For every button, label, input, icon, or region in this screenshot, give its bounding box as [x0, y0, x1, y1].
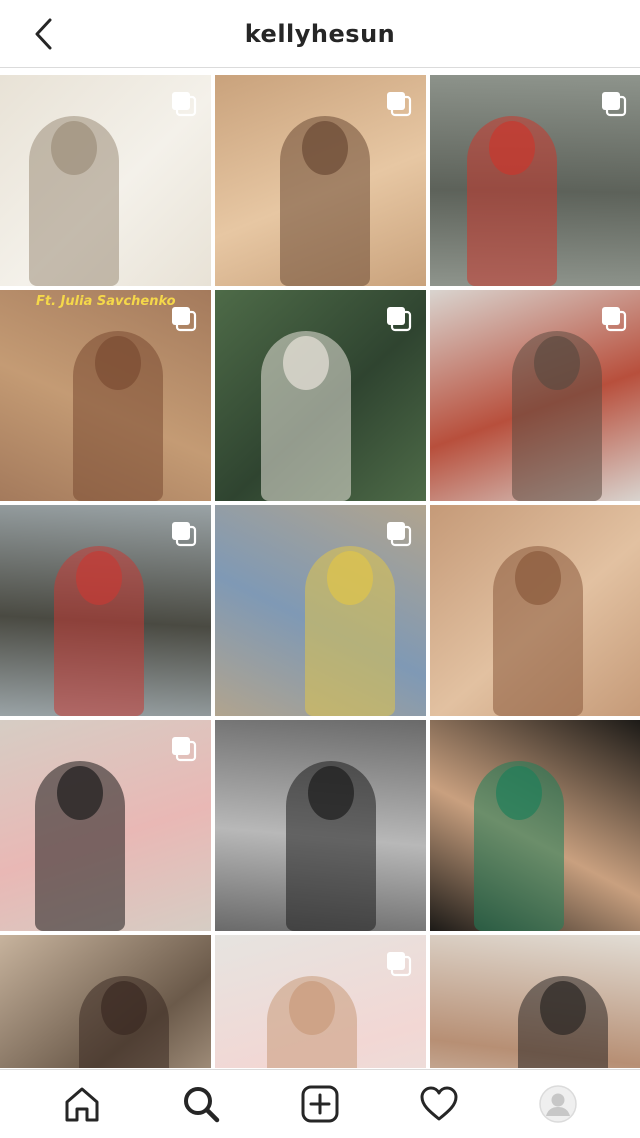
post-thumbnail[interactable]: [215, 75, 426, 286]
nav-search-button[interactable]: [175, 1078, 227, 1130]
post-subject-head: [282, 336, 329, 391]
post-subject-head: [289, 981, 336, 1036]
post-subject-head: [50, 121, 97, 176]
post-thumbnail[interactable]: [0, 720, 211, 931]
carousel-icon: [387, 307, 412, 332]
search-icon: [183, 1087, 220, 1123]
post-thumbnail[interactable]: [430, 935, 640, 1068]
post-subject-head: [533, 336, 580, 391]
post-thumbnail[interactable]: [215, 290, 426, 501]
post-subject-head: [514, 551, 561, 606]
carousel-icon: [172, 92, 197, 117]
post-thumbnail[interactable]: [215, 505, 426, 716]
post-thumbnail[interactable]: [0, 505, 211, 716]
post-thumbnail[interactable]: [430, 720, 640, 931]
post-subject-head: [308, 766, 355, 821]
post-subject-head: [76, 551, 123, 606]
post-thumbnail[interactable]: Ft. Julia Savchenko: [0, 290, 211, 501]
profile-avatar-icon: [539, 1085, 578, 1123]
post-caption-overlay: Ft. Julia Savchenko: [36, 294, 176, 309]
nav-home-button[interactable]: [56, 1078, 108, 1130]
post-thumbnail[interactable]: [0, 75, 211, 286]
post-thumbnail[interactable]: [215, 720, 426, 931]
carousel-icon: [172, 737, 197, 762]
carousel-icon: [172, 522, 197, 547]
post-subject-head: [327, 551, 374, 606]
post-thumbnail[interactable]: [0, 935, 211, 1068]
post-subject-head: [495, 766, 542, 821]
carousel-icon: [387, 952, 412, 977]
carousel-icon: [602, 307, 627, 332]
carousel-icon: [387, 522, 412, 547]
post-subject-head: [539, 981, 586, 1036]
bottom-navigation: [0, 1069, 640, 1138]
post-subject-head: [489, 121, 536, 176]
post-subject-head: [101, 981, 148, 1036]
new-post-icon: [301, 1085, 339, 1123]
post-thumbnail[interactable]: [430, 290, 640, 501]
profile-username-title: kellyhesun: [244, 20, 396, 48]
home-icon: [65, 1087, 99, 1122]
post-thumbnail[interactable]: [215, 935, 426, 1068]
post-subject-head: [95, 336, 142, 391]
carousel-icon: [602, 92, 627, 117]
post-subject-head: [301, 121, 348, 176]
nav-new-post-button[interactable]: [294, 1078, 346, 1130]
post-thumbnail[interactable]: [430, 75, 640, 286]
carousel-icon: [172, 307, 197, 332]
heart-icon: [420, 1086, 458, 1121]
nav-profile-button[interactable]: [532, 1078, 584, 1130]
post-subject-head: [57, 766, 104, 821]
carousel-icon: [387, 92, 412, 117]
post-thumbnail[interactable]: [430, 505, 640, 716]
nav-activity-button[interactable]: [413, 1078, 465, 1130]
top-bar: kellyhesun: [0, 0, 640, 68]
post-grid: Ft. Julia Savchenko: [0, 75, 640, 1068]
